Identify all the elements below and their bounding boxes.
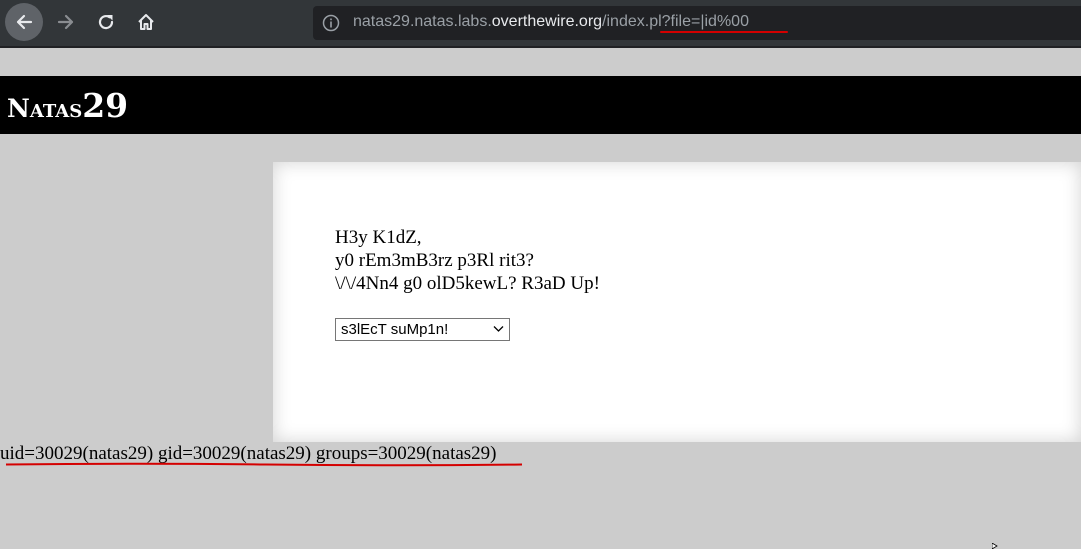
intro-line: \/\/4Nn4 g0 olD5kewL? R3aD Up! xyxy=(335,273,600,294)
mouse-cursor-icon xyxy=(992,543,998,549)
intro-text: H3y K1dZ, y0 rEm3mB3rz p3Rl rit3? \/\/4N… xyxy=(335,226,600,295)
content-panel: H3y K1dZ, y0 rEm3mB3rz p3Rl rit3? \/\/4N… xyxy=(273,162,1081,442)
address-bar[interactable]: natas29.natas.labs.overthewire.org/index… xyxy=(313,6,1081,40)
site-header: Natas29 xyxy=(0,76,1081,134)
url-prefix: natas29.natas.labs. xyxy=(353,13,492,30)
url-path: /index.pl?file=|id%00 xyxy=(602,13,749,30)
toolbar-divider xyxy=(0,46,1081,48)
url-annotation-underline xyxy=(660,31,788,33)
select-value: s3lEcT suMp1n! xyxy=(341,321,449,338)
url-domain: overthewire.org xyxy=(491,13,603,30)
file-select[interactable]: s3lEcT suMp1n! xyxy=(335,318,510,341)
page-title: Natas29 xyxy=(7,86,128,125)
title-number: 29 xyxy=(82,86,129,125)
intro-line: y0 rEm3mB3rz p3Rl rit3? xyxy=(335,250,534,271)
reload-icon xyxy=(98,14,114,30)
browser-toolbar: natas29.natas.labs.overthewire.org/index… xyxy=(0,0,1081,46)
intro-line: H3y K1dZ, xyxy=(335,227,422,248)
forward-arrow-icon xyxy=(57,14,74,30)
info-icon[interactable] xyxy=(322,14,340,32)
back-arrow-icon xyxy=(16,14,33,30)
reload-button[interactable] xyxy=(87,3,125,41)
home-button[interactable] xyxy=(127,3,165,41)
forward-button[interactable] xyxy=(47,3,85,41)
home-icon xyxy=(138,14,154,30)
output-annotation-underline xyxy=(5,462,523,467)
command-output: uid=30029(natas29) gid=30029(natas29) gr… xyxy=(0,443,497,464)
chevron-down-icon xyxy=(493,326,504,332)
title-word: Natas xyxy=(7,94,83,123)
url-text: natas29.natas.labs.overthewire.org/index… xyxy=(353,13,749,31)
back-button[interactable] xyxy=(5,3,43,41)
